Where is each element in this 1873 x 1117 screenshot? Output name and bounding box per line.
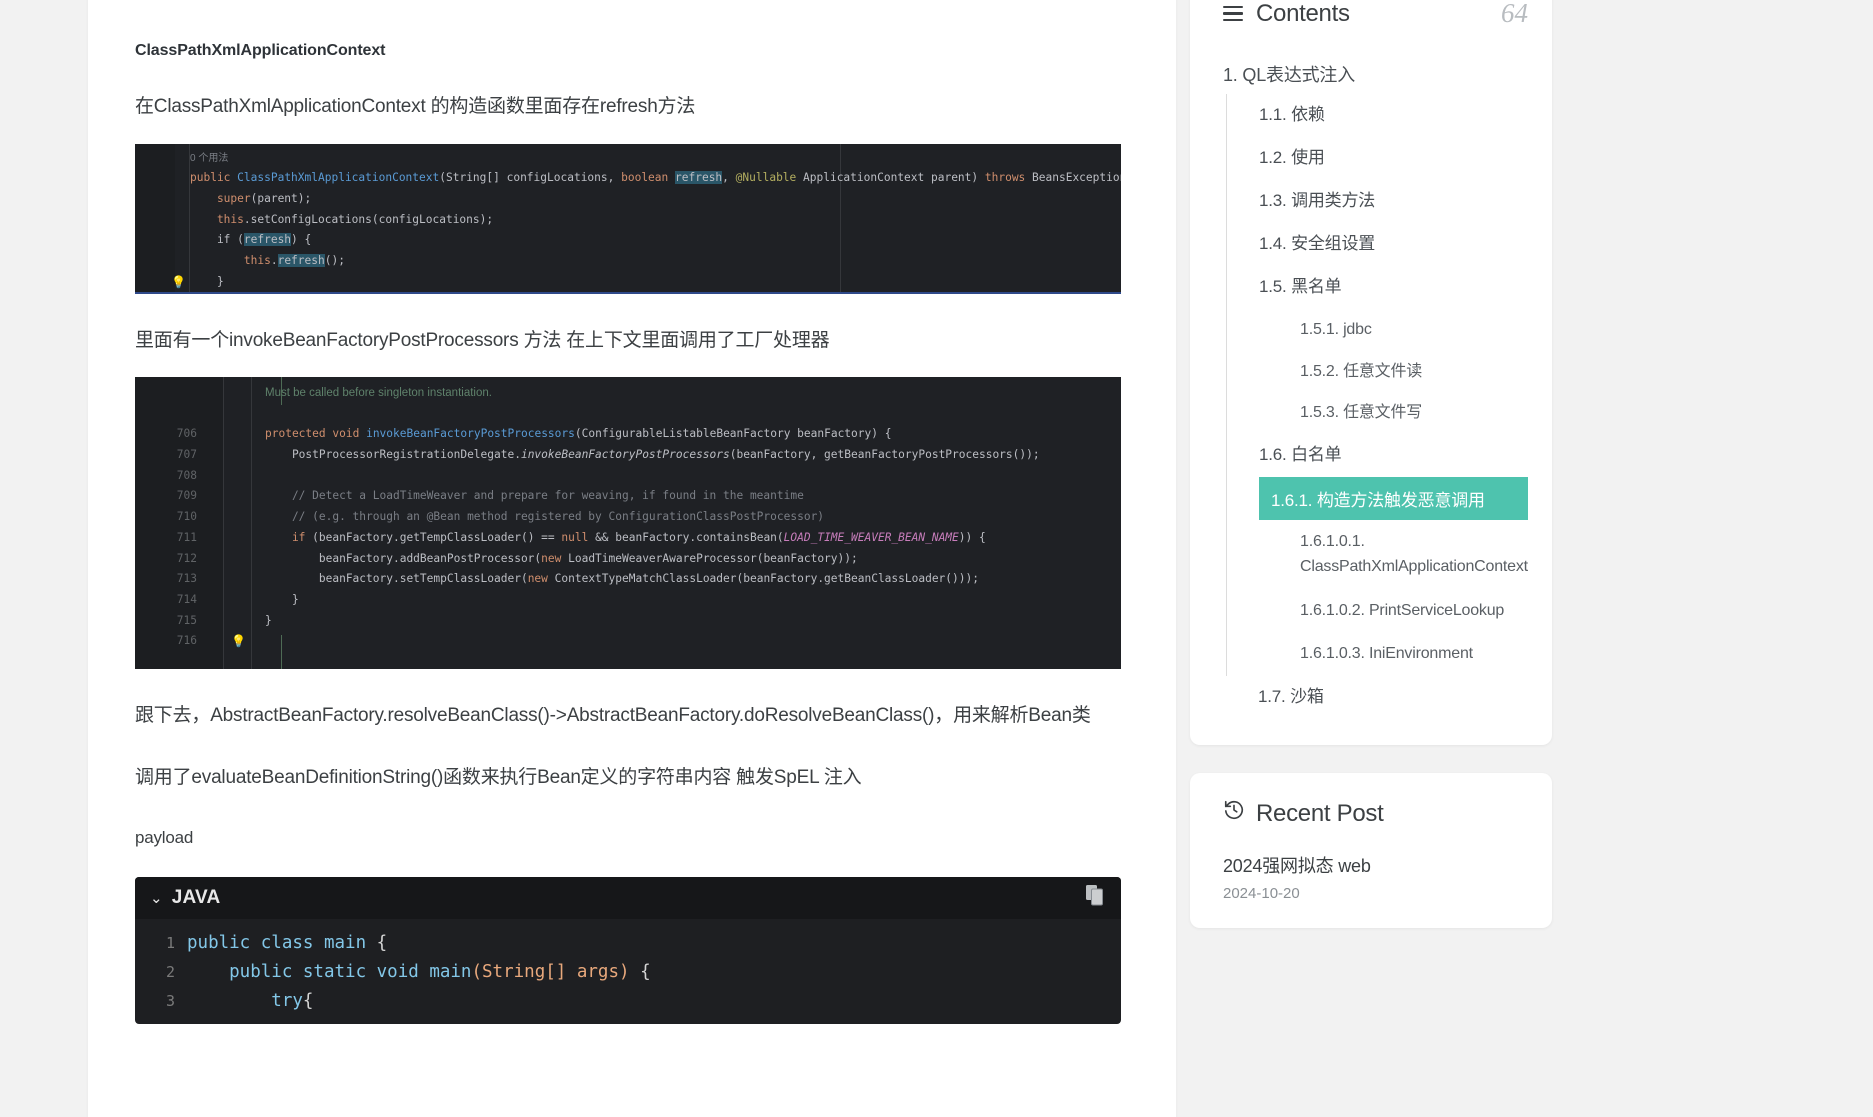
- hamburger-icon[interactable]: [1223, 5, 1243, 22]
- toc-item-1-5-2[interactable]: 1.5.2. 任意文件读: [1227, 351, 1528, 393]
- code-line: 715}: [176, 613, 272, 627]
- recent-post-list: 2024强网拟态 web 2024-10-20: [1223, 852, 1528, 902]
- history-icon: [1223, 799, 1245, 828]
- ide-screenshot-2: Must be called before singleton instanti…: [135, 377, 1121, 669]
- code-block-language-label: JAVA: [171, 886, 221, 908]
- code-line: 709 // Detect a LoadTimeWeaver and prepa…: [176, 489, 804, 503]
- code-line: 711 if (beanFactory.getTempClassLoader()…: [176, 530, 986, 544]
- contents-card: Contents 64 1. QL表达式注入 1.1. 依赖 1.2. 使用 1…: [1190, 0, 1552, 746]
- ide-screenshot-1: 0 个用法 public ClassPathXmlApplicationCont…: [135, 143, 1121, 294]
- page-root: ClassPathXmlApplicationContext 在ClassPat…: [0, 0, 1873, 1117]
- code-line: 710 // (e.g. through an @Bean method reg…: [176, 510, 825, 524]
- toc-item-1-6-1-0-3[interactable]: 1.6.1.0.3. IniEnvironment: [1227, 632, 1528, 676]
- code-line: public ClassPathXmlApplicationContext(St…: [190, 171, 1121, 185]
- toc-item-1-5-3[interactable]: 1.5.3. 任意文件写: [1227, 392, 1528, 434]
- lightbulb-icon: 💡: [231, 634, 246, 649]
- line-number: 3: [165, 991, 175, 1010]
- paragraph-3: 跟下去，AbstractBeanFactory.resolveBeanClass…: [135, 705, 1091, 726]
- code-line: if (refresh) {: [190, 233, 312, 247]
- right-sidebar: Contents 64 1. QL表达式注入 1.1. 依赖 1.2. 使用 1…: [1190, 0, 1552, 956]
- toc-item-1[interactable]: 1. QL表达式注入: [1223, 56, 1528, 94]
- contents-title: Contents: [1256, 0, 1350, 27]
- code-line: 1 public class main {: [135, 929, 1121, 958]
- contents-count: 64: [1501, 0, 1528, 28]
- code-line: 708: [176, 468, 197, 482]
- toc-item-1-6-1-0-2[interactable]: 1.6.1.0.2. PrintServiceLookup: [1227, 589, 1528, 633]
- page-title: ClassPathXmlApplicationContext: [135, 42, 386, 59]
- recent-post-item-title: 2024强网拟态 web: [1223, 856, 1371, 877]
- toc-item-1-6[interactable]: 1.6. 白名单: [1227, 434, 1528, 477]
- contents-header: Contents 64: [1223, 0, 1528, 29]
- toc-item-1-6-1-active[interactable]: 1.6.1. 构造方法触发恶意调用: [1259, 476, 1528, 520]
- toc-item-1-7[interactable]: 1.7. 沙箱: [1223, 676, 1528, 719]
- ide-top-hint: Must be called before singleton instanti…: [265, 387, 492, 399]
- toc-sublist: 1.1. 依赖 1.2. 使用 1.3. 调用类方法 1.4. 安全组设置 1.…: [1226, 94, 1528, 677]
- toc-list: 1. QL表达式注入 1.1. 依赖 1.2. 使用 1.3. 调用类方法 1.…: [1223, 56, 1528, 719]
- lightbulb-icon: 💡: [171, 274, 186, 289]
- code-line: 706 protected void invokeBeanFactoryPostP…: [176, 427, 892, 441]
- toc-item-1-5[interactable]: 1.5. 黑名单: [1227, 266, 1528, 309]
- toc-item-1-5-1[interactable]: 1.5.1. jdbc: [1227, 309, 1528, 351]
- code-block-language[interactable]: ⌄ JAVA: [150, 887, 220, 909]
- code-line: 712 beanFactory.addBeanPostProcessor(new…: [176, 551, 858, 565]
- code-block-header: ⌄ JAVA: [135, 876, 1121, 919]
- recent-post-header: Recent Post: [1223, 799, 1528, 828]
- paragraph-2: 里面有一个invokeBeanFactoryPostProcessors 方法 …: [135, 329, 830, 351]
- line-number: 2: [165, 962, 175, 981]
- code-line: 716 💡: [135, 631, 1121, 652]
- code-line: 💡 }: [135, 272, 1121, 293]
- line-number: 1: [165, 933, 175, 952]
- code-line: 3 try{: [135, 987, 1121, 1016]
- code-line: 714 }: [176, 592, 299, 606]
- toc-item-1-2[interactable]: 1.2. 使用: [1227, 137, 1528, 180]
- code-line: 713 beanFactory.setTempClassLoader(new C…: [176, 572, 979, 586]
- article-card: ClassPathXmlApplicationContext 在ClassPat…: [88, 0, 1176, 1117]
- code-block-body: 1 public class main { 2 public static voi…: [135, 919, 1121, 1024]
- paragraph-4: 调用了evaluateBeanDefinitionString()函数来执行Be…: [135, 766, 862, 788]
- code-line: this.refresh();: [190, 253, 345, 267]
- ide-hint-row: 0 个用法: [135, 148, 1121, 169]
- toc-item-1-6-1-0-1[interactable]: 1.6.1.0.1. ClassPathXmlApplicationContex…: [1227, 520, 1528, 589]
- code-line: 2 public static void main(String[] args)…: [135, 958, 1121, 987]
- code-line-highlighted: [135, 292, 1121, 294]
- recent-post-card: Recent Post 2024强网拟态 web 2024-10-20: [1190, 773, 1552, 929]
- chevron-down-icon[interactable]: ⌄: [150, 889, 163, 907]
- paragraph-1: 在ClassPathXmlApplicationContext 的构造函数里面存…: [135, 96, 696, 117]
- recent-post-item[interactable]: 2024强网拟态 web 2024-10-20: [1223, 852, 1528, 902]
- toc-item-1-3[interactable]: 1.3. 调用类方法: [1227, 180, 1528, 223]
- code-line: this.setConfigLocations(configLocations)…: [190, 212, 494, 226]
- code-line: 707 PostProcessorRegistrationDelegate.in…: [176, 448, 1040, 462]
- recent-post-item-date: 2024-10-20: [1223, 885, 1300, 903]
- recent-post-title: Recent Post: [1256, 799, 1384, 827]
- java-code-block: ⌄ JAVA 1 public class main { 2 public sta…: [135, 876, 1121, 1024]
- code-line: super(parent);: [190, 191, 312, 205]
- copy-icon[interactable]: [1085, 884, 1105, 911]
- toc-item-1-4[interactable]: 1.4. 安全组设置: [1227, 223, 1528, 266]
- usage-hint: 0 个用法: [190, 152, 229, 164]
- paragraph-5: payload: [135, 828, 194, 847]
- toc-item-1-1[interactable]: 1.1. 依赖: [1227, 94, 1528, 137]
